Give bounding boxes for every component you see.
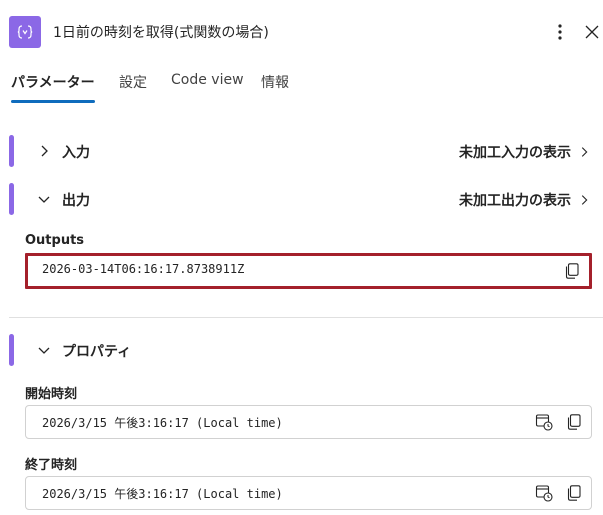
outputs-label: Outputs xyxy=(25,233,85,248)
start-time-field[interactable]: 2026/3/15 午後3:16:17 (Local time) xyxy=(25,405,592,439)
section-input-label: 入力 xyxy=(62,145,90,161)
active-tab-indicator xyxy=(11,100,95,103)
section-divider xyxy=(9,317,603,318)
start-time-value: 2026/3/15 午後3:16:17 (Local time) xyxy=(42,416,283,430)
section-input-header[interactable]: 入力 未加工入力の表示 xyxy=(14,135,603,167)
show-raw-outputs-label: 未加工出力の表示 xyxy=(459,193,571,209)
copy-button[interactable] xyxy=(563,262,581,280)
copy-icon xyxy=(567,485,581,501)
calendar-clock-icon xyxy=(535,485,553,502)
outputs-value: 2026-03-14T06:16:17.8738911Z xyxy=(42,262,245,276)
end-time-field[interactable]: 2026/3/15 午後3:16:17 (Local time) xyxy=(25,476,592,510)
panel-title: 1日前の時刻を取得(式関数の場合) xyxy=(53,25,269,41)
chevron-right-icon xyxy=(581,195,588,205)
tab-code-view[interactable]: Code view xyxy=(171,72,244,88)
time-zone-button[interactable] xyxy=(535,484,553,502)
section-output-label: 出力 xyxy=(62,193,90,209)
end-time-value: 2026/3/15 午後3:16:17 (Local time) xyxy=(42,487,283,501)
show-raw-inputs-label: 未加工入力の表示 xyxy=(459,145,571,161)
tab-info[interactable]: 情報 xyxy=(261,72,289,92)
end-time-label: 終了時刻 xyxy=(25,458,78,473)
calendar-clock-icon xyxy=(535,414,553,431)
copy-icon xyxy=(567,414,581,430)
panel-header: 1日前の時刻を取得(式関数の場合) xyxy=(0,0,603,62)
more-vertical-icon xyxy=(558,24,562,40)
show-raw-inputs-link[interactable]: 未加工入力の表示 xyxy=(459,142,591,162)
copy-icon xyxy=(565,263,579,279)
outputs-field[interactable]: 2026-03-14T06:16:17.8738911Z xyxy=(25,253,592,289)
copy-button[interactable] xyxy=(565,484,583,502)
start-time-label: 開始時刻 xyxy=(25,387,78,402)
more-options-button[interactable] xyxy=(548,20,572,44)
section-properties-header[interactable]: プロパティ xyxy=(14,334,603,366)
close-button[interactable] xyxy=(580,20,603,44)
tab-settings[interactable]: 設定 xyxy=(119,72,147,92)
section-properties-label: プロパティ xyxy=(62,344,132,360)
expression-icon xyxy=(9,16,41,48)
copy-button[interactable] xyxy=(565,413,583,431)
chevron-down-icon xyxy=(38,196,50,203)
section-output-header[interactable]: 出力 未加工出力の表示 xyxy=(14,183,603,215)
tab-parameters[interactable]: パラメーター xyxy=(11,72,95,92)
show-raw-outputs-link[interactable]: 未加工出力の表示 xyxy=(459,190,591,210)
chevron-right-icon xyxy=(41,145,48,157)
chevron-right-icon xyxy=(581,147,588,157)
chevron-down-icon xyxy=(38,347,50,354)
tab-bar: パラメーター 設定 Code view 情報 xyxy=(0,64,603,104)
time-zone-button[interactable] xyxy=(535,413,553,431)
close-icon xyxy=(585,25,599,39)
